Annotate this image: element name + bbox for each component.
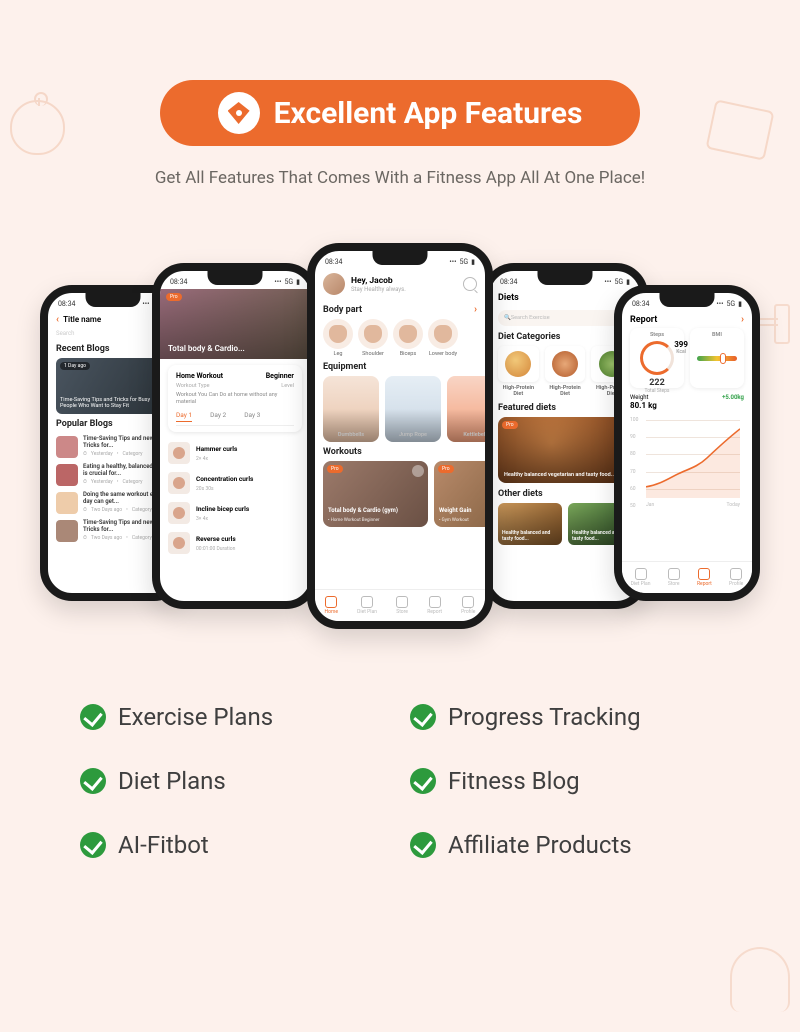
bodypart-chip[interactable]: Leg [323,319,353,357]
day-tabs[interactable]: Day 1 Day 2 Day 3 [176,411,294,426]
workout-info-card: Home WorkoutWorkout TypeBeginnerLevel Wo… [168,365,302,432]
equipment-card[interactable]: Jump Rope [385,376,441,442]
diet-category[interactable]: High-Protein Diet [498,346,539,397]
feature-item: Exercise Plans [80,703,390,731]
pro-badge: Pro [502,421,518,429]
list-item[interactable]: Hammer curls2× 4x [160,438,310,468]
feature-item: AI-Fitbot [80,831,390,859]
tab-day3[interactable]: Day 3 [244,411,260,422]
greeting: Hey, Jacob [351,276,393,286]
feature-item: Fitness Blog [410,767,720,795]
check-icon [80,704,106,730]
pro-badge: Pro [166,293,182,301]
chevron-right-icon[interactable]: › [474,304,477,315]
check-icon [410,832,436,858]
bodypart-chip[interactable]: Biceps [393,319,423,357]
avatar[interactable] [323,273,345,295]
search-input[interactable]: 🔍 Search Exercise [498,310,632,326]
phone-report: 08:34•••5G▮ Report› Steps 222 Total Step… [614,285,760,601]
featured-diet-card[interactable]: Pro Healthy balanced vegetarian and tast… [498,417,632,483]
tab-store[interactable]: Store [396,596,408,615]
bottom-tabbar: Diet Plan Store Report Profile [622,561,752,593]
header-title: Excellent App Features [274,96,583,131]
tab-dietplan[interactable]: Diet Plan [631,568,651,587]
back-icon[interactable]: ‹ [56,314,59,325]
equipment-card[interactable]: Kettlebell [447,376,485,442]
progress-ring-icon [640,341,674,375]
phone-home: 08:34•••5G▮ Hey, JacobStay Healthy alway… [307,243,493,629]
pro-badge: Pro [438,465,454,473]
weight-delta: +5.00kg [722,394,744,410]
decor-apple-icon [10,100,65,155]
header-subtitle: Get All Features That Comes With a Fitne… [0,168,800,188]
workout-card[interactable]: Pro Weight Gain• Gym Workout [434,461,485,527]
decor-arm-icon [730,947,790,1012]
bodypart-chip[interactable]: Lower body [428,319,458,357]
chevron-right-icon[interactable]: › [741,314,744,325]
bmi-card[interactable]: BMI [690,328,744,388]
bottom-tabbar: Home Diet Plan Store Report Profile [315,589,485,621]
check-icon [410,704,436,730]
weight-chart: 100 90 80 70 60 50 Jan Today [630,420,744,506]
check-icon [410,768,436,794]
header-pill: Excellent App Features [160,80,640,146]
tab-report[interactable]: Report [697,568,712,587]
decor-notebook-icon [705,99,774,160]
tab-report[interactable]: Report [427,596,442,615]
phone-workout: 08:34•••5G▮ Pro Total body & Cardio... H… [152,263,318,609]
heart-icon[interactable] [412,465,424,477]
tab-store[interactable]: Store [668,568,680,587]
tab-day2[interactable]: Day 2 [210,411,226,422]
pin-icon [218,92,260,134]
screen-title: Title name [63,315,101,324]
feature-item: Progress Tracking [410,703,720,731]
phone-mockup-stage: 08:34•••5G▮ ‹ Title name Search Recent B… [40,243,760,643]
tab-dietplan[interactable]: Diet Plan [357,596,377,615]
check-icon [80,768,106,794]
screen-title: Report [630,315,657,325]
list-item[interactable]: Incline bicep curls3× 4x [160,498,310,528]
tab-home[interactable]: Home [325,596,338,615]
list-item[interactable]: Concentration curls20s 30s [160,468,310,498]
feature-item: Diet Plans [80,767,390,795]
bmi-scale [697,356,737,361]
diet-category[interactable]: High-Protein Diet [545,346,586,397]
search-icon[interactable] [463,277,477,291]
bodypart-chip[interactable]: Shoulder [358,319,388,357]
tab-profile[interactable]: Profile [729,568,743,587]
diet-card[interactable]: Healthy balanced and tasty food... [498,503,562,545]
tab-profile[interactable]: Profile [461,596,475,615]
tab-day1[interactable]: Day 1 [176,411,192,422]
features-grid: Exercise Plans Progress Tracking Diet Pl… [80,703,720,859]
pro-badge: Pro [327,465,343,473]
feature-item: Affiliate Products [410,831,720,859]
screen-title: Diets [498,293,519,303]
steps-card[interactable]: Steps 222 Total Steps 399Kcal [630,328,684,388]
workout-hero: Pro Total body & Cardio... [160,289,310,359]
list-item[interactable]: Reverse curls00:01:00 Duration [160,528,310,558]
check-icon [80,832,106,858]
equipment-card[interactable]: Dumbbells [323,376,379,442]
workout-card[interactable]: Pro Total body & Cardio (gym)• Home Work… [323,461,428,527]
